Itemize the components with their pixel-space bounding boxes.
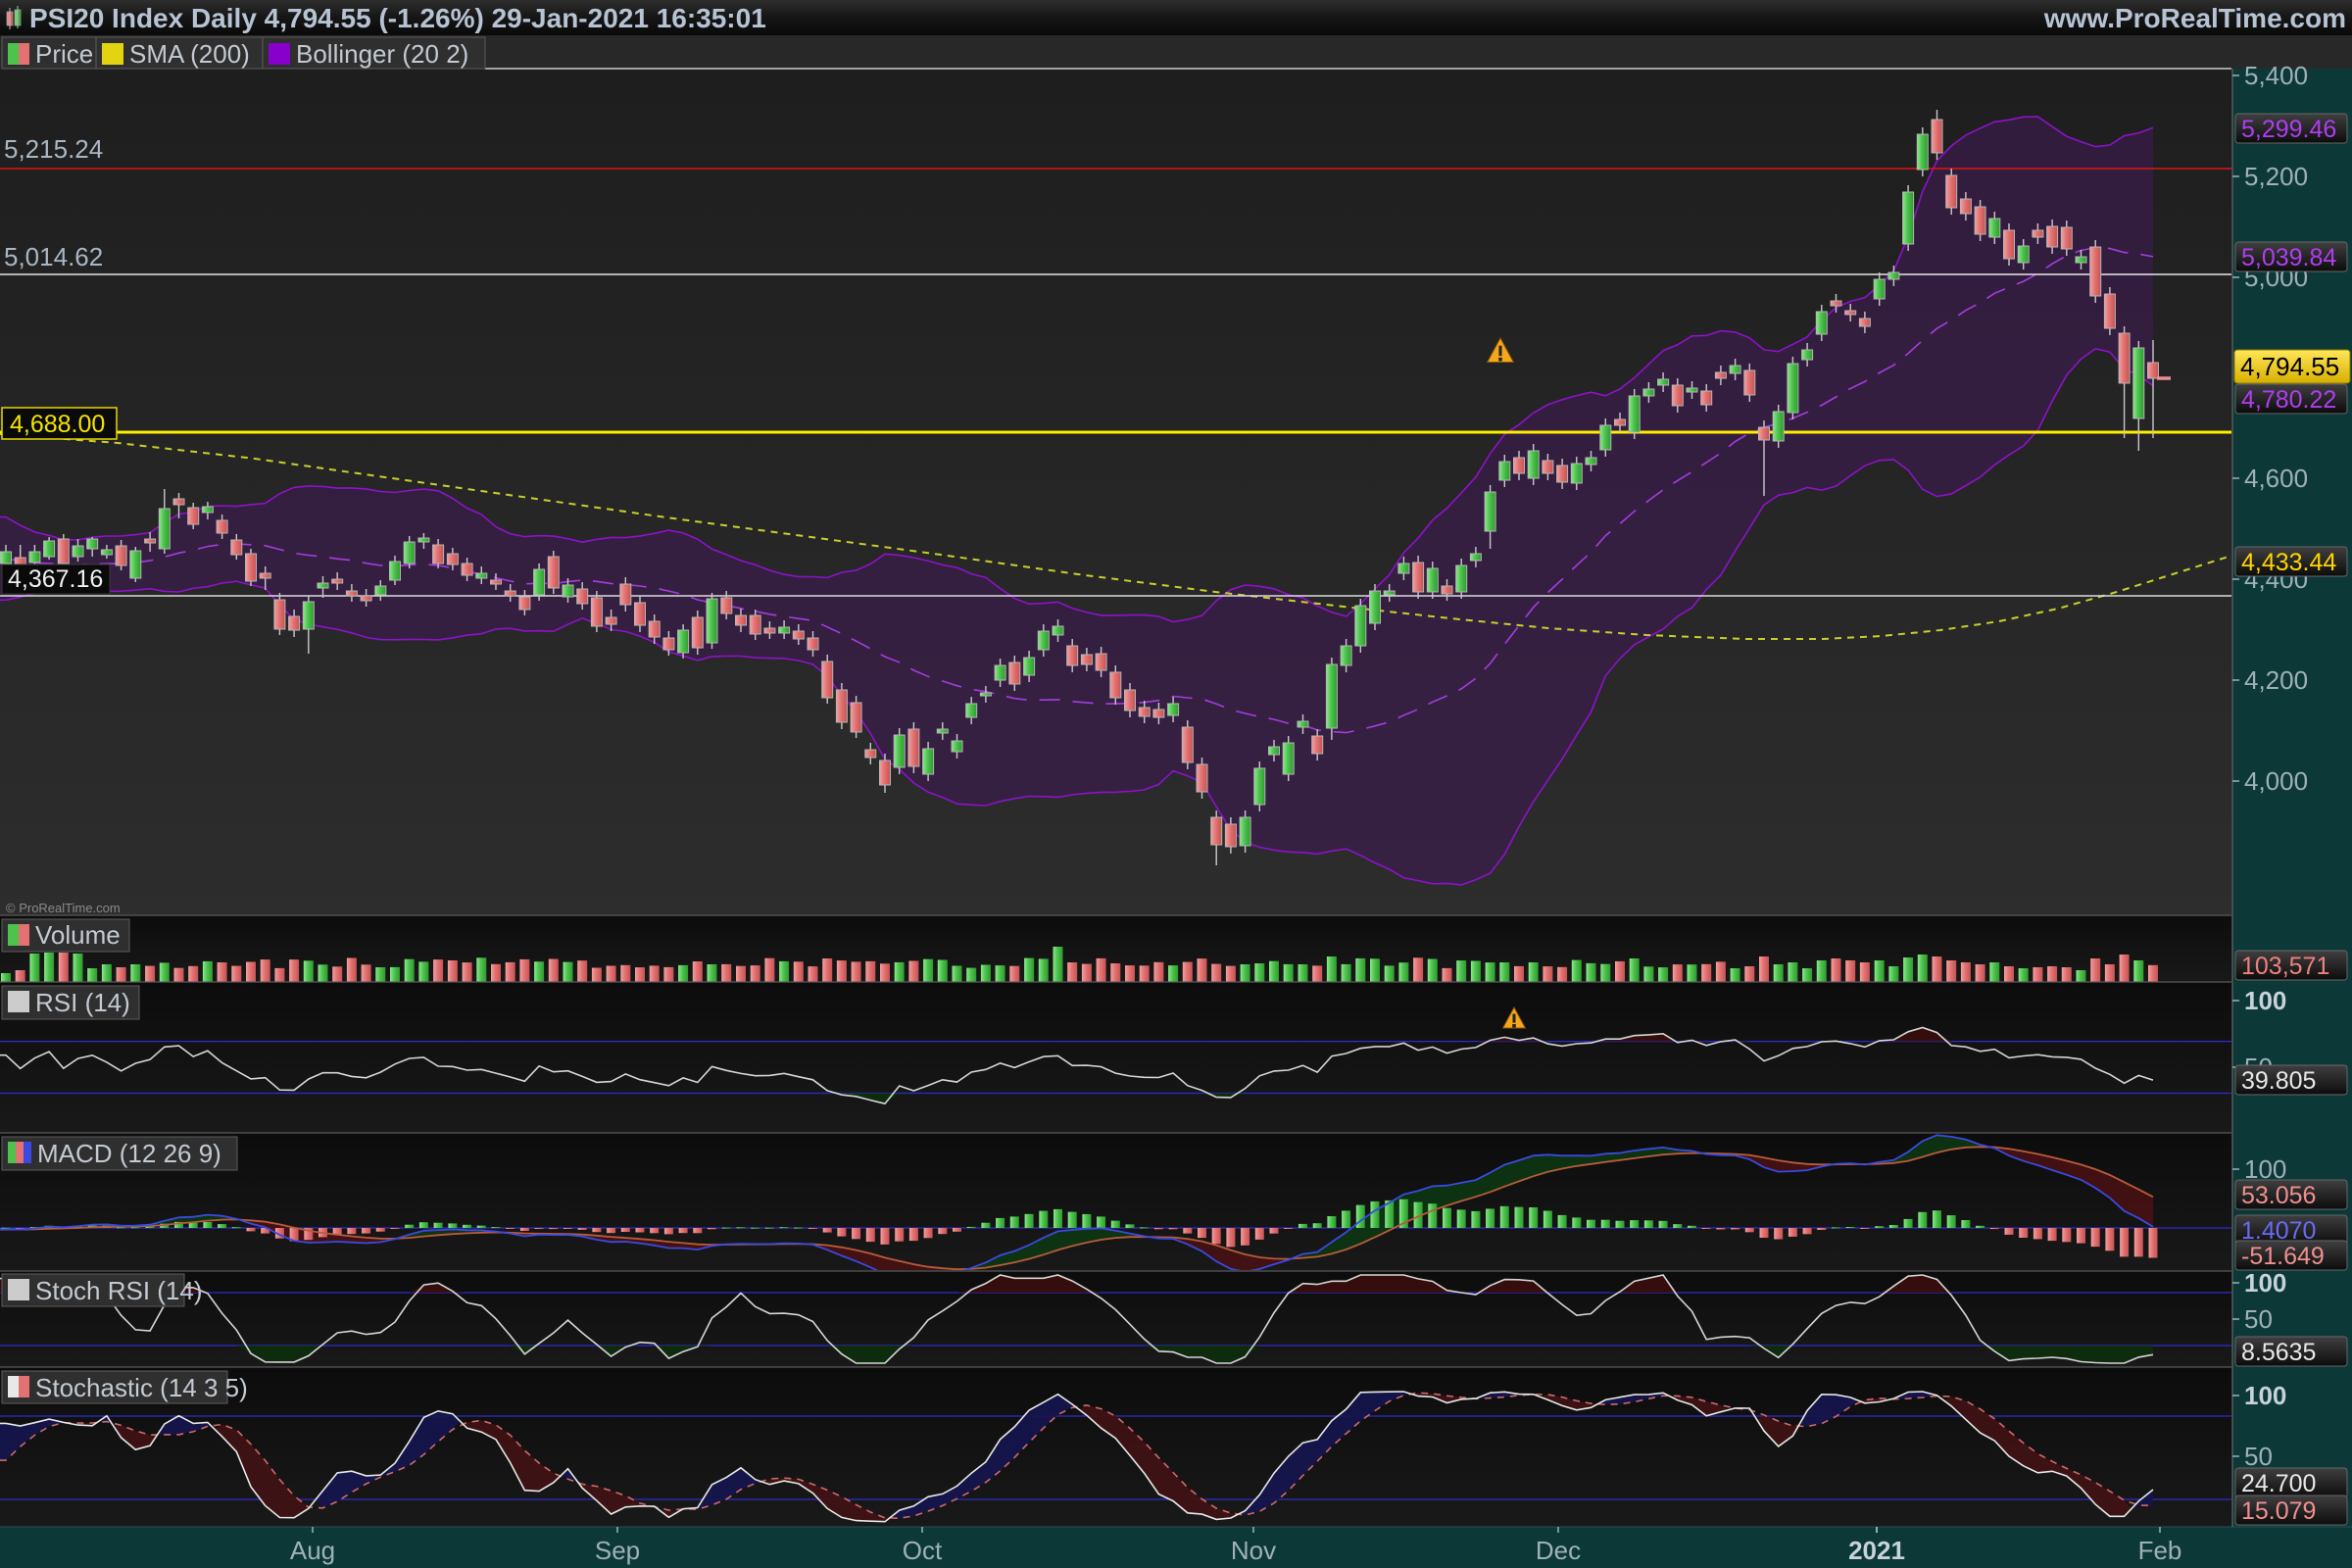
svg-text:Oct: Oct	[903, 1536, 943, 1565]
svg-text:2021: 2021	[1848, 1536, 1905, 1565]
svg-text:15.079: 15.079	[2241, 1497, 2316, 1525]
svg-text:53.056: 53.056	[2241, 1182, 2316, 1209]
svg-text:103,571: 103,571	[2241, 953, 2329, 980]
svg-text:50: 50	[2244, 1442, 2273, 1471]
svg-text:-51.649: -51.649	[2241, 1243, 2325, 1270]
svg-text:Price: Price	[35, 39, 93, 69]
svg-text:5,014.62: 5,014.62	[4, 242, 103, 271]
svg-text:SMA (200): SMA (200)	[129, 39, 250, 69]
svg-text:Bollinger (20 2): Bollinger (20 2)	[296, 39, 468, 69]
svg-text:RSI (14): RSI (14)	[35, 988, 130, 1017]
svg-text:Aug: Aug	[290, 1536, 335, 1565]
svg-text:4,367.16: 4,367.16	[8, 565, 103, 593]
svg-text:24.700: 24.700	[2241, 1470, 2316, 1497]
svg-text:5,299.46: 5,299.46	[2241, 116, 2336, 143]
svg-text:39.805: 39.805	[2241, 1067, 2316, 1095]
svg-text:4,688.00: 4,688.00	[10, 411, 105, 438]
svg-text:Stoch RSI (14): Stoch RSI (14)	[35, 1276, 203, 1305]
svg-text:Feb: Feb	[2138, 1536, 2182, 1565]
svg-text:4,600: 4,600	[2244, 464, 2308, 493]
svg-text:4,780.22: 4,780.22	[2241, 386, 2336, 414]
svg-text:Dec: Dec	[1536, 1536, 1581, 1565]
svg-text:Nov: Nov	[1231, 1536, 1276, 1565]
svg-text:8.5635: 8.5635	[2241, 1339, 2316, 1366]
svg-text:5,400: 5,400	[2244, 61, 2308, 90]
svg-text:5,215.24: 5,215.24	[4, 134, 103, 164]
svg-text:4,794.55: 4,794.55	[2240, 352, 2339, 381]
svg-text:4,200: 4,200	[2244, 665, 2308, 695]
svg-text:MACD (12 26 9): MACD (12 26 9)	[37, 1139, 221, 1168]
svg-text:4,000: 4,000	[2244, 766, 2308, 796]
svg-text:5,039.84: 5,039.84	[2241, 244, 2336, 271]
svg-text:Sep: Sep	[595, 1536, 640, 1565]
svg-text:www.ProRealTime.com: www.ProRealTime.com	[2043, 3, 2346, 33]
svg-text:Volume: Volume	[35, 920, 121, 950]
svg-text:© ProRealTime.com: © ProRealTime.com	[6, 901, 121, 915]
svg-text:Stochastic (14 3 5): Stochastic (14 3 5)	[35, 1373, 248, 1402]
svg-text:100: 100	[2244, 1268, 2286, 1298]
svg-text:5,200: 5,200	[2244, 162, 2308, 191]
svg-text:100: 100	[2244, 1381, 2286, 1410]
svg-text:50: 50	[2244, 1304, 2273, 1334]
svg-text:PSI20 Index Daily 4,794.55 (-1: PSI20 Index Daily 4,794.55 (-1.26%) 29-J…	[29, 3, 766, 33]
svg-text:100: 100	[2244, 986, 2286, 1015]
svg-text:4,433.44: 4,433.44	[2241, 549, 2336, 576]
